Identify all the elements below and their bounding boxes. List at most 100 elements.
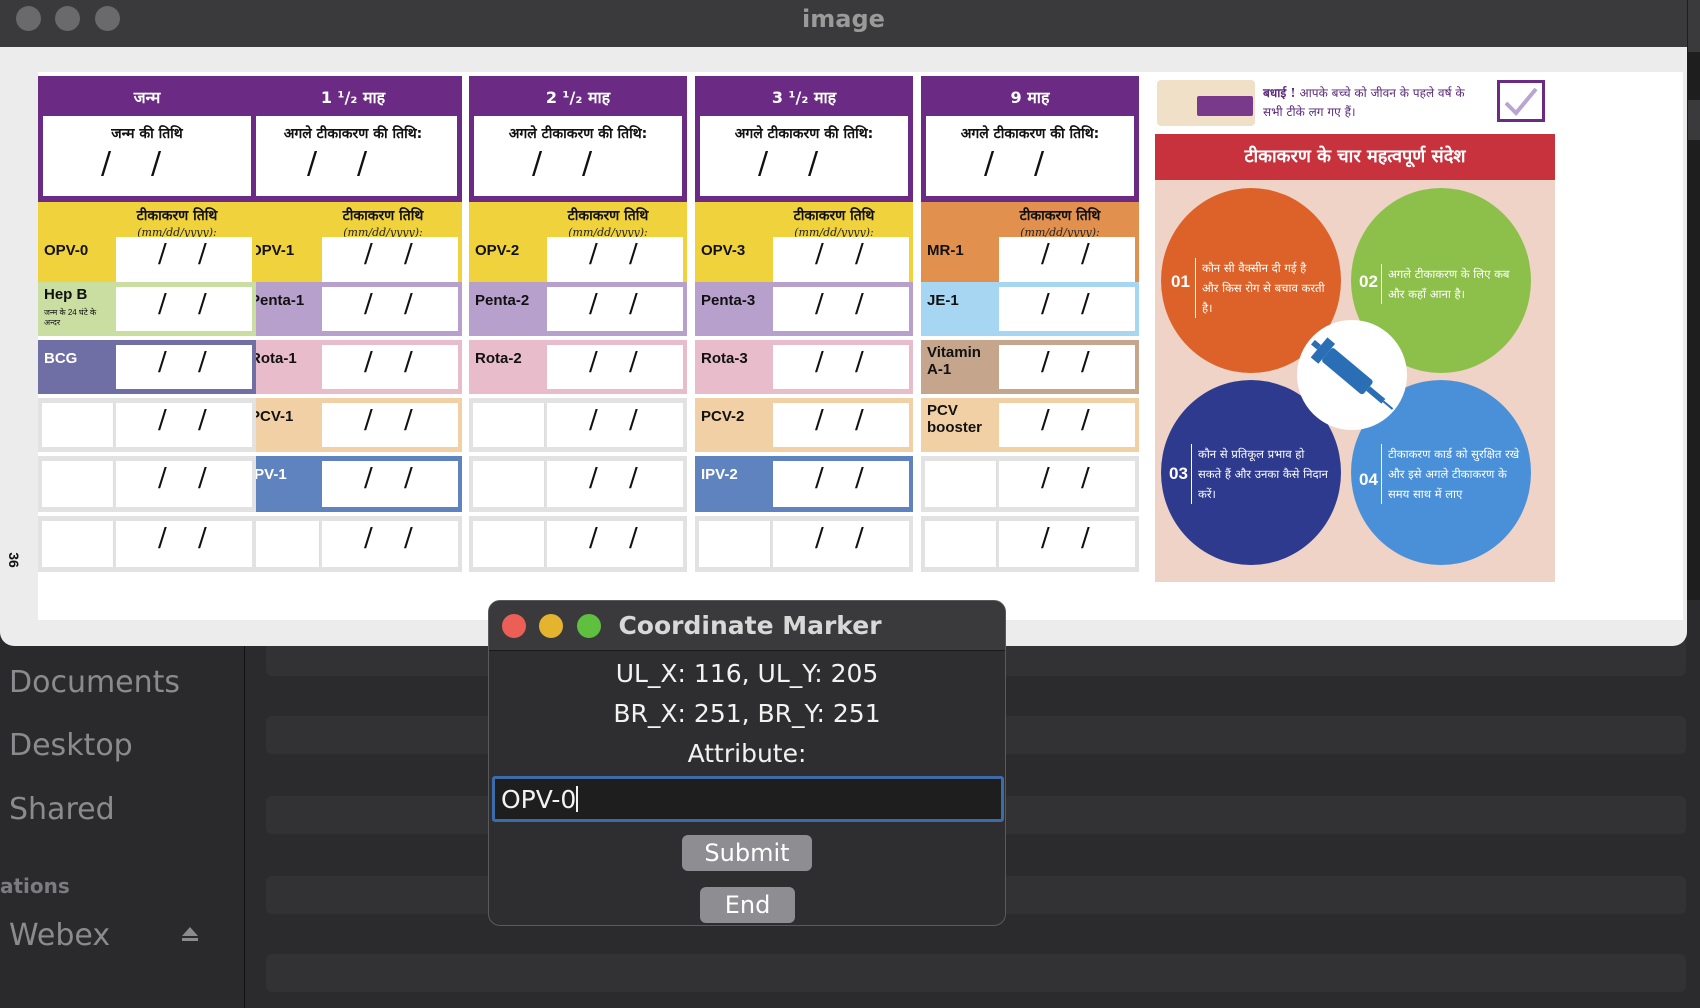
date-separator: /: [855, 405, 864, 435]
date-input-box[interactable]: / /: [547, 521, 683, 567]
date-separator: /: [815, 239, 824, 269]
date-input-box[interactable]: / /: [999, 521, 1135, 567]
blank-label-box[interactable]: [473, 461, 545, 507]
message-number: 01: [1171, 272, 1190, 291]
vaccination-date-label: टीकाकरण तिथि: [136, 208, 218, 224]
date-input-box[interactable]: / /: [322, 403, 458, 447]
vaccine-row: PCV-2//: [695, 398, 913, 452]
date-input-box[interactable]: / /: [116, 345, 252, 389]
vaccine-row: / /: [38, 398, 256, 452]
date-input-box[interactable]: / /: [322, 345, 458, 389]
date-input-box[interactable]: / /: [773, 345, 909, 389]
date-input-box[interactable]: / /: [999, 403, 1135, 447]
image-window: image 9 माह अगले टीकाकरण की तिथि: / / टीकाकर…: [0, 0, 1687, 646]
info-panel: बधाई ! आपके बच्चे को जीवन के पहले वर्ष क…: [1155, 72, 1555, 582]
schedule-column: 2 ¹/₂ माह अगले टीकाकरण की तिथि: / / टीकाकरण …: [469, 72, 687, 620]
column-title: जन्म: [133, 88, 161, 107]
vaccine-row: IPV-2//: [695, 456, 913, 512]
blank-label-box[interactable]: [699, 521, 771, 567]
date-input-box[interactable]: / /: [773, 403, 909, 447]
date-input-box[interactable]: / /: [547, 237, 683, 287]
date-input-box[interactable]: / /: [116, 237, 252, 287]
vaccine-row: Penta-1 //: [244, 282, 462, 336]
date-input-box[interactable]: / /: [773, 461, 909, 507]
date-separator: /: [1041, 523, 1050, 553]
blank-label-box[interactable]: [473, 403, 545, 447]
message-text: टीकाकरण कार्ड को सुरक्षित रखे और इसे अगल…: [1381, 444, 1521, 504]
date-input-box[interactable]: / /: [547, 287, 683, 331]
blank-label-box[interactable]: [42, 461, 114, 507]
date-input-box[interactable]: / /: [999, 237, 1135, 287]
date-separator: /: [1041, 289, 1050, 319]
sidebar-item-webex[interactable]: Webex: [9, 918, 110, 953]
vaccine-row: Rota-3//: [695, 340, 913, 394]
blank-label-box[interactable]: [925, 461, 997, 507]
end-button[interactable]: End: [700, 887, 795, 923]
date-input-box[interactable]: / /: [322, 237, 458, 287]
blank-label-box[interactable]: [925, 521, 997, 567]
attribute-input[interactable]: OPV-0: [492, 776, 1004, 822]
eject-icon[interactable]: [180, 924, 200, 944]
vaccine-label: Penta-1: [250, 292, 305, 309]
blank-label-box[interactable]: [248, 521, 320, 567]
date-input-box[interactable]: / /: [547, 345, 683, 389]
date-input-box[interactable]: / /: [773, 287, 909, 331]
next-date-box[interactable]: अगले टीकाकरण की तिथि: / /: [249, 116, 457, 196]
date-separator: /: [758, 146, 769, 181]
column-title: 3 ¹/₂ माह: [771, 88, 837, 107]
next-date-label: अगले टीकाकरण की तिथि:: [508, 126, 648, 142]
date-separator: /: [855, 239, 864, 269]
date-input-box[interactable]: / /: [999, 287, 1135, 331]
sidebar-item-desktop[interactable]: Desktop: [9, 728, 133, 763]
vaccine-label: OPV-1: [250, 242, 295, 259]
vaccine-label: OPV-2: [475, 242, 520, 259]
vaccine-label: Hep B: [44, 286, 88, 303]
date-input-box[interactable]: / /: [773, 521, 909, 567]
date-separator: /: [364, 239, 373, 269]
vaccine-label: OPV-3: [701, 242, 746, 259]
next-date-box[interactable]: अगले टीकाकरण की तिथि: / /: [700, 116, 908, 196]
submit-button[interactable]: Submit: [682, 835, 812, 871]
date-separator: /: [307, 146, 318, 181]
date-input-box[interactable]: / /: [547, 403, 683, 447]
date-separator: /: [589, 289, 598, 319]
schedule-column: 3 ¹/₂ माह अगले टीकाकरण की तिथि: / / टीकाकरण …: [695, 72, 913, 620]
vaccine-label: BCG: [44, 350, 78, 367]
date-input-box[interactable]: / /: [999, 345, 1135, 389]
date-input-box[interactable]: / /: [116, 403, 252, 447]
blank-label-box[interactable]: [42, 403, 114, 447]
next-date-box[interactable]: अगले टीकाकरण की तिथि: / /: [926, 116, 1134, 196]
date-input-box[interactable]: / /: [547, 461, 683, 507]
next-date-box[interactable]: जन्म की तिथि / /: [43, 116, 251, 196]
date-input-box[interactable]: / /: [116, 287, 252, 331]
file-row[interactable]: [266, 954, 1686, 992]
image-window-title: image: [802, 5, 885, 33]
vaccine-row: / /: [469, 456, 687, 512]
blank-label-box[interactable]: [473, 521, 545, 567]
vaccine-label: PCV booster: [927, 402, 983, 436]
next-date-box[interactable]: अगले टीकाकरण की तिथि: / /: [474, 116, 682, 196]
date-input-box[interactable]: / /: [116, 461, 252, 507]
vaccine-row: / /: [921, 516, 1139, 572]
vaccine-label: Penta-2: [475, 292, 530, 309]
date-input-box[interactable]: / /: [773, 237, 909, 287]
date-separator: /: [855, 463, 864, 493]
date-input-box[interactable]: / /: [322, 521, 458, 567]
date-input-box[interactable]: / /: [322, 287, 458, 331]
vaccine-row: IPV-1//: [244, 456, 462, 512]
sidebar-item-documents[interactable]: Documents: [9, 665, 180, 700]
blank-label-box[interactable]: [42, 521, 114, 567]
date-input-box[interactable]: / /: [999, 461, 1135, 507]
date-separator: /: [1034, 146, 1045, 181]
vaccine-label: OPV-0: [44, 242, 89, 259]
date-separator: /: [815, 405, 824, 435]
date-separator: /: [158, 239, 167, 269]
date-input-box[interactable]: / /: [116, 521, 252, 567]
sidebar-item-shared[interactable]: Shared: [9, 792, 115, 827]
syringe-icon: [1310, 337, 1394, 410]
date-separator: /: [364, 289, 373, 319]
image-window-titlebar: image: [0, 0, 1687, 47]
date-separator: /: [101, 146, 112, 181]
date-input-box[interactable]: / /: [322, 461, 458, 507]
attribute-input-value: OPV-0: [501, 785, 577, 814]
